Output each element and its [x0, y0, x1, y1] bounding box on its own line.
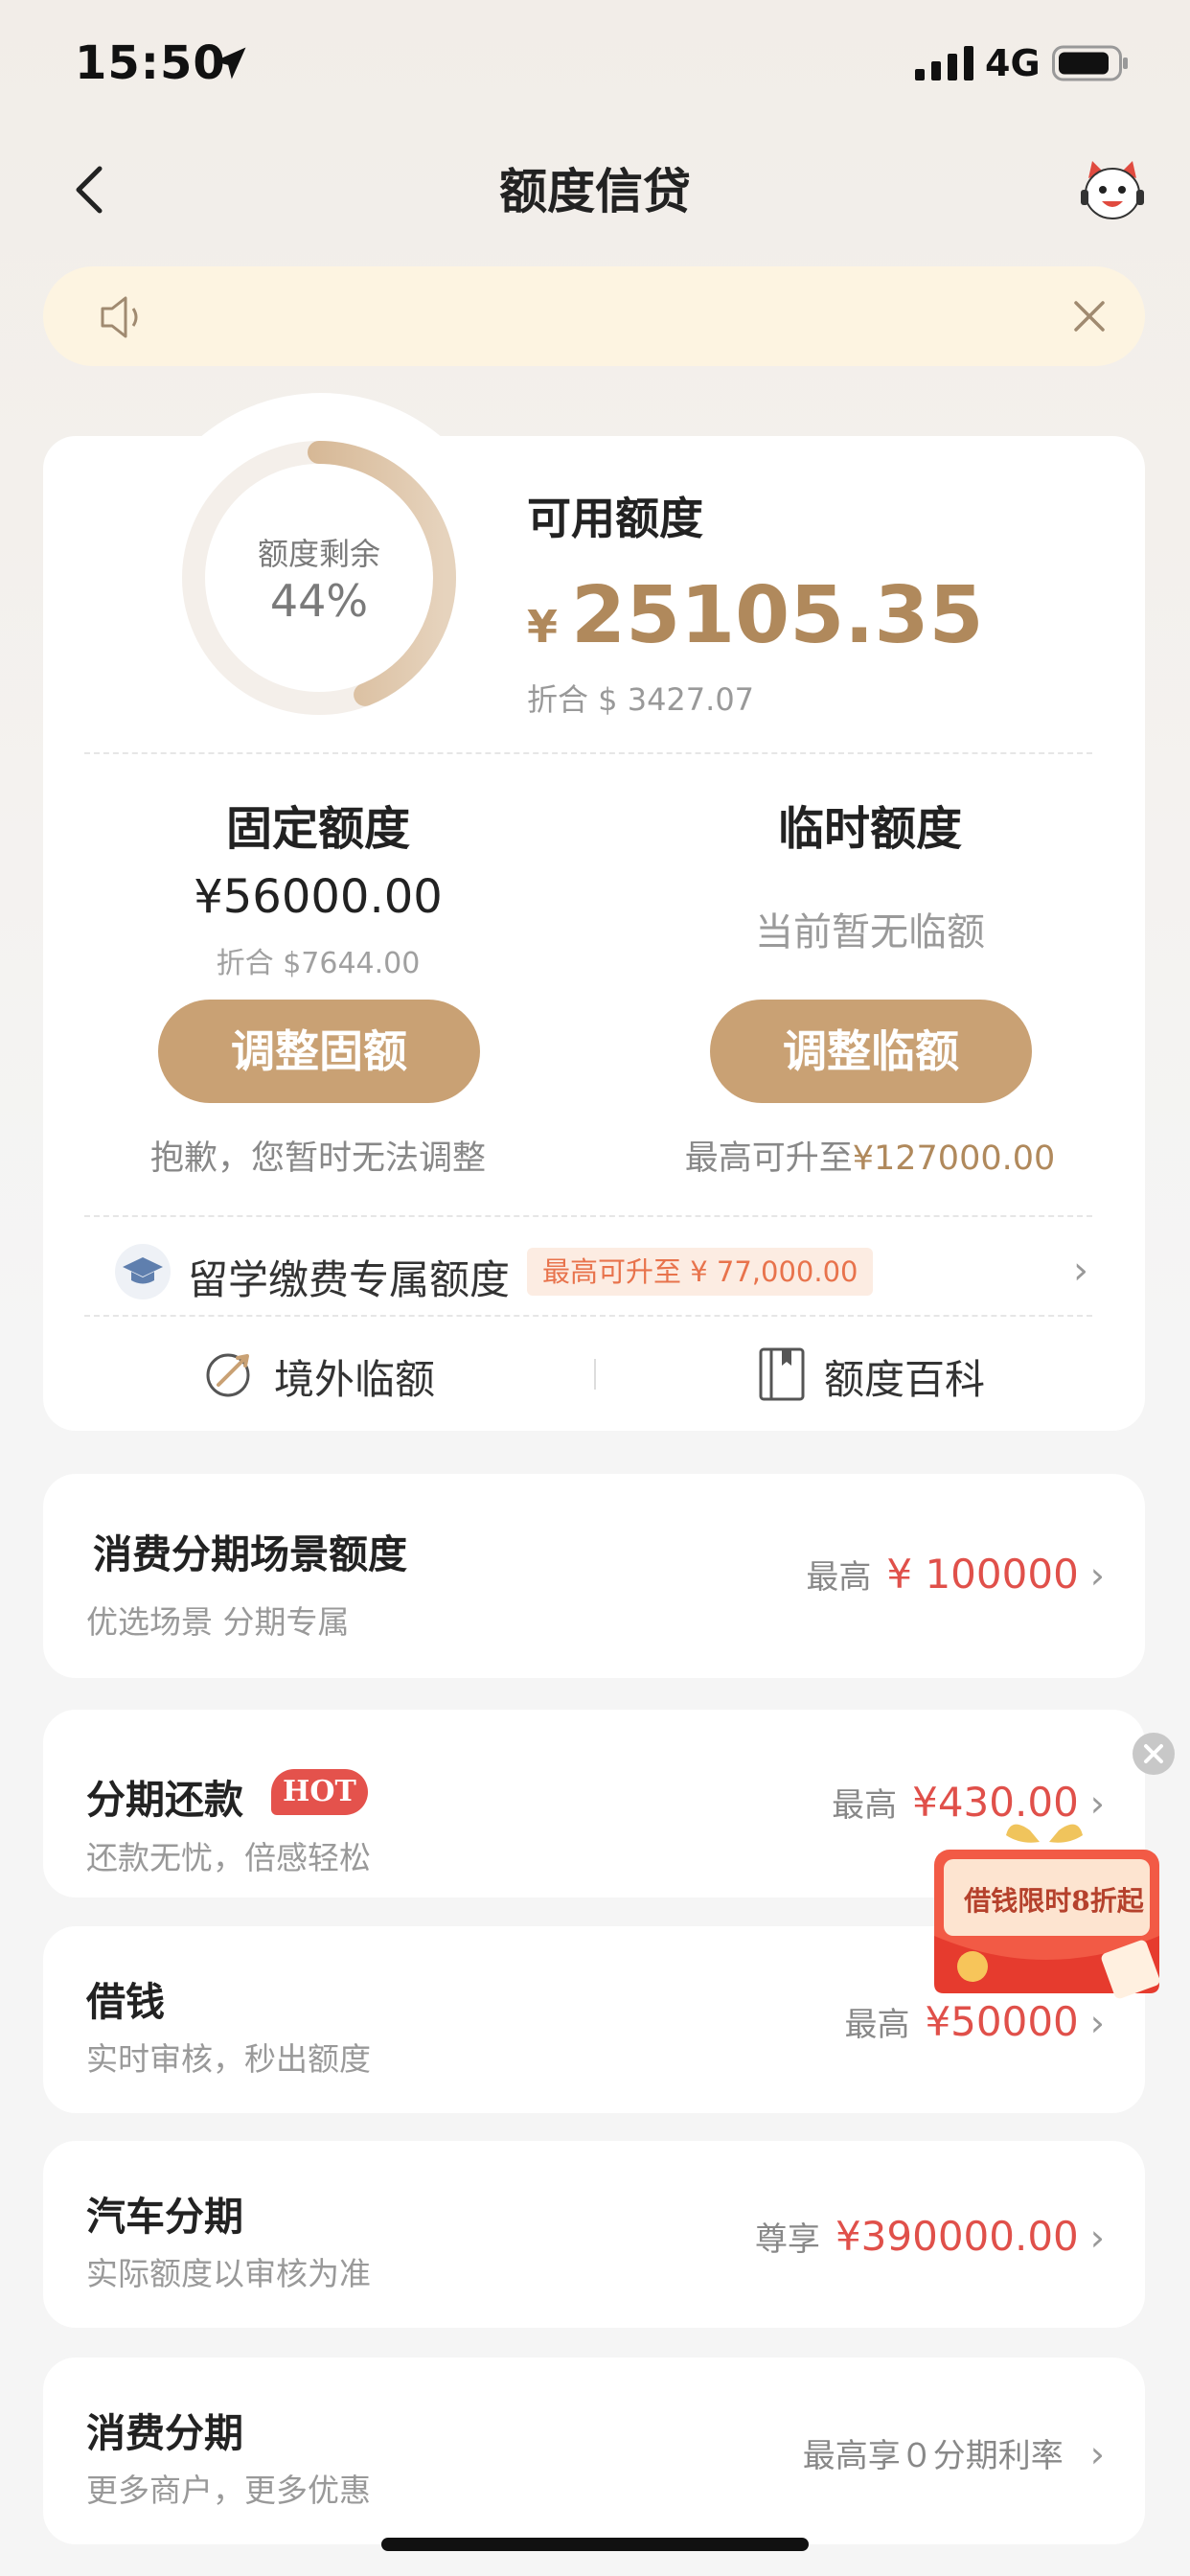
signal-icon	[915, 46, 973, 80]
chevron-right-icon: ›	[1089, 2433, 1105, 2475]
speaker-icon	[101, 296, 138, 338]
ring-percent: 44%	[269, 575, 369, 627]
list-item[interactable]: 汽车分期 实际额度以审核为准 尊享 ¥390000.00 ›	[43, 2141, 1145, 2328]
quota-wiki-button[interactable]: 额度百科	[824, 1347, 985, 1406]
list-item-amount: ¥ 100000	[886, 1551, 1079, 1598]
status-time: 15:50	[75, 36, 226, 90]
list-item-prefix: 最高	[844, 2006, 910, 2044]
list-item-value: 最高享０分期利率 ›	[803, 2429, 1105, 2476]
list-item-prefix: 最高	[806, 1558, 872, 1597]
list-item-subtitle: 更多商户，更多优惠	[86, 2472, 371, 2509]
list-item-subtitle: 优选场景 分期专属	[86, 1603, 350, 1641]
promo-text[interactable]: 借钱限时8折起	[958, 1880, 1150, 1919]
list-item-subtitle: 还款无忧，倍感轻松	[86, 1839, 371, 1876]
list-item[interactable]: 消费分期场景额度 优选场景 分期专属 最高 ¥ 100000 ›	[43, 1474, 1145, 1678]
temp-quota-title: 临时额度	[777, 802, 962, 856]
currency-symbol: ¥	[527, 601, 559, 653]
list-item-title: 分期还款	[86, 1777, 243, 1823]
list-item-title: 消费分期场景额度	[93, 1531, 407, 1577]
overseas-temp-quota-button[interactable]: 境外临额	[274, 1347, 435, 1406]
book-icon	[759, 1347, 805, 1401]
chevron-right-icon: ›	[1089, 2217, 1105, 2259]
divider	[594, 1359, 596, 1390]
battery-icon	[1052, 45, 1128, 81]
list-item-amount: ¥430.00	[912, 1779, 1079, 1826]
study-abroad-quota-link[interactable]: 留学缴费专属额度	[188, 1248, 510, 1306]
temp-quota-status: 当前暂无临额	[755, 910, 985, 954]
list-item-title: 借钱	[86, 1979, 165, 2025]
adjust-fixed-quota-button[interactable]: 调整固额	[158, 1000, 480, 1103]
fixed-quota-amount: ¥56000.00	[194, 870, 443, 924]
chevron-right-icon: ›	[1089, 1554, 1105, 1597]
list-item-prefix: 尊享	[754, 2220, 820, 2259]
close-promo-icon[interactable]	[1133, 1733, 1175, 1775]
page-title: 额度信贷	[499, 164, 691, 219]
list-item-subtitle: 实际额度以审核为准	[86, 2255, 371, 2292]
divider	[84, 752, 1092, 754]
chevron-right-icon[interactable]: ›	[1073, 1249, 1088, 1293]
available-amount-value: 25105.35	[571, 570, 984, 661]
close-icon[interactable]	[1068, 295, 1110, 337]
chevron-right-icon: ›	[1089, 1782, 1105, 1825]
graduation-cap-icon	[115, 1244, 171, 1300]
list-item[interactable]: 消费分期 更多商户，更多优惠 最高享０分期利率 ›	[43, 2358, 1145, 2544]
list-item-value: 尊享 ¥390000.00 ›	[755, 2213, 1105, 2260]
list-item-amount: ¥390000.00	[835, 2213, 1079, 2260]
temp-quota-note: 最高可升至¥127000.00	[630, 1131, 1110, 1180]
available-amount: ¥25105.35	[527, 570, 984, 661]
study-quota-tag: 最高可升至 ¥ 77,000.00	[527, 1248, 874, 1296]
list-item-value: 最高 ¥ 100000 ›	[806, 1551, 1105, 1598]
home-indicator	[381, 2538, 809, 2551]
notice-bar[interactable]	[43, 266, 1145, 366]
ring-label: 额度剩余	[257, 536, 380, 572]
available-usd: 折合 $ 3427.07	[527, 681, 755, 718]
temp-note-amount: ¥127000.00	[852, 1139, 1056, 1178]
list-item-title: 汽车分期	[86, 2194, 243, 2240]
location-arrow-icon	[214, 47, 246, 80]
red-envelope-promo-icon[interactable]	[915, 1821, 1179, 2017]
plane-globe-icon	[206, 1353, 250, 1397]
customer-service-mascot-icon[interactable]	[1079, 157, 1146, 224]
temp-note-prefix: 最高可升至	[684, 1139, 853, 1178]
available-title: 可用额度	[527, 493, 703, 544]
adjust-temp-quota-button[interactable]: 调整临额	[710, 1000, 1032, 1103]
divider	[84, 1315, 1092, 1317]
fixed-quota-note: 抱歉，您暂时无法调整	[149, 1139, 486, 1178]
divider	[84, 1215, 1092, 1217]
list-item-value: 最高 ¥430.00 ›	[832, 1779, 1105, 1826]
network-label: 4G	[985, 42, 1041, 84]
hot-badge: HOT	[271, 1769, 368, 1815]
list-item-prefix: 最高享０分期利率	[802, 2437, 1064, 2475]
fixed-quota-title: 固定额度	[225, 802, 410, 856]
list-item-title: 消费分期	[86, 2410, 243, 2456]
list-item-subtitle: 实时审核，秒出额度	[86, 2040, 371, 2078]
fixed-quota-usd: 折合 $7644.00	[216, 947, 421, 980]
list-item-prefix: 最高	[832, 1786, 898, 1825]
